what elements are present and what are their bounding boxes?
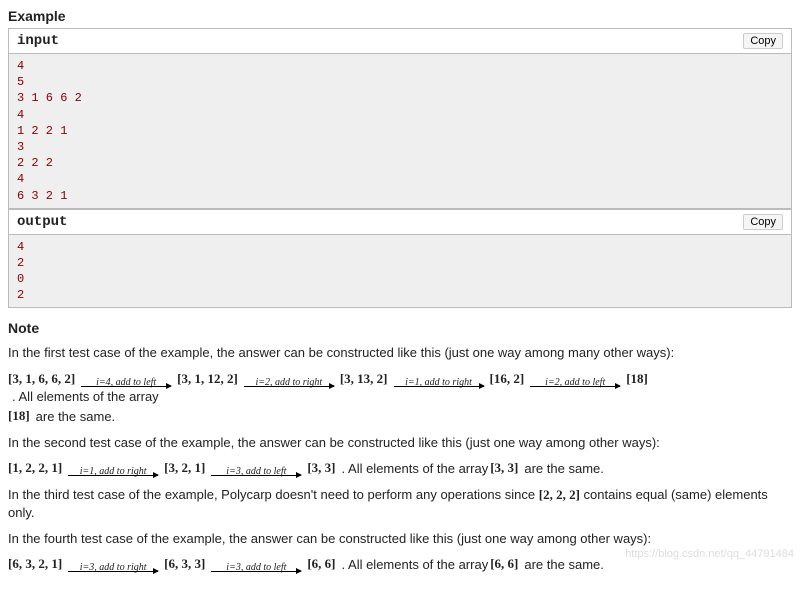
array: [3, 1, 6, 6, 2] bbox=[8, 371, 75, 387]
tail-text: . All elements of the array bbox=[12, 389, 159, 404]
note-section: Note In the first test case of the examp… bbox=[8, 320, 792, 572]
input-block: input Copy 4 5 3 1 6 6 2 4 1 2 2 1 3 2 2… bbox=[8, 28, 792, 209]
tail-text: . All elements of the array bbox=[342, 461, 489, 476]
example-heading: Example bbox=[8, 8, 792, 24]
tail-text: are the same. bbox=[524, 557, 604, 572]
tail-text: . All elements of the array bbox=[342, 557, 489, 572]
array: [3, 2, 1] bbox=[164, 460, 205, 476]
array: [3, 1, 12, 2] bbox=[177, 371, 238, 387]
array: [6, 6] bbox=[490, 556, 518, 572]
chain-2: [1, 2, 2, 1] i=1, add to right [3, 2, 1]… bbox=[8, 460, 792, 476]
step-arrow: i=4, add to left bbox=[81, 377, 171, 387]
note-heading: Note bbox=[8, 320, 792, 336]
output-label: output bbox=[17, 214, 67, 230]
input-header: input Copy bbox=[9, 29, 791, 54]
array: [18] bbox=[8, 408, 30, 424]
tail-text: are the same. bbox=[36, 409, 116, 424]
step-arrow: i=2, add to right bbox=[244, 377, 334, 387]
note-p1: In the first test case of the example, t… bbox=[8, 344, 792, 362]
chain-1: [3, 1, 6, 6, 2] i=4, add to left [3, 1, … bbox=[8, 371, 792, 404]
array: [6, 3, 2, 1] bbox=[8, 556, 62, 572]
copy-output-button[interactable]: Copy bbox=[743, 214, 783, 230]
note-p3a: In the third test case of the example, P… bbox=[8, 487, 539, 502]
output-body: 4 2 0 2 bbox=[9, 235, 791, 308]
step-arrow: i=1, add to right bbox=[68, 466, 158, 476]
input-label: input bbox=[17, 33, 59, 49]
array: [1, 2, 2, 1] bbox=[8, 460, 62, 476]
array: [6, 3, 3] bbox=[164, 556, 205, 572]
input-body: 4 5 3 1 6 6 2 4 1 2 2 1 3 2 2 2 4 6 3 2 … bbox=[9, 54, 791, 208]
array: [2, 2, 2] bbox=[539, 487, 580, 502]
array: [6, 6] bbox=[307, 556, 335, 572]
note-p3: In the third test case of the example, P… bbox=[8, 486, 792, 522]
array: [18] bbox=[626, 371, 648, 387]
step-arrow: i=1, add to right bbox=[394, 377, 484, 387]
note-p4: In the fourth test case of the example, … bbox=[8, 530, 792, 548]
array: [3, 3] bbox=[490, 460, 518, 476]
tail-text: are the same. bbox=[524, 461, 604, 476]
output-block: output Copy 4 2 0 2 bbox=[8, 209, 792, 309]
step-arrow: i=3, add to left bbox=[211, 466, 301, 476]
array: [16, 2] bbox=[490, 371, 525, 387]
chain-4: [6, 3, 2, 1] i=3, add to right [6, 3, 3]… bbox=[8, 556, 792, 572]
note-p2: In the second test case of the example, … bbox=[8, 434, 792, 452]
array: [3, 13, 2] bbox=[340, 371, 388, 387]
output-header: output Copy bbox=[9, 210, 791, 235]
step-arrow: i=2, add to left bbox=[530, 377, 620, 387]
array: [3, 3] bbox=[307, 460, 335, 476]
copy-input-button[interactable]: Copy bbox=[743, 33, 783, 49]
chain-1b: [18] are the same. bbox=[8, 408, 792, 424]
